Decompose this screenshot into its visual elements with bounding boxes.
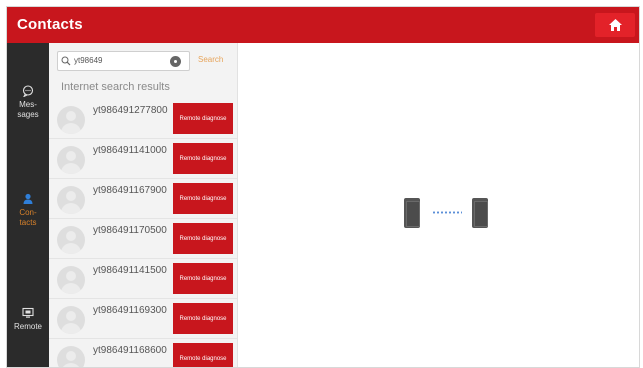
avatar	[57, 106, 85, 134]
remote-diagnose-button[interactable]: Remote diagnose	[173, 143, 233, 174]
app-window: Contacts Mes- sages Con- tacts Remote yt…	[6, 6, 640, 368]
home-button[interactable]	[595, 13, 635, 37]
chat-icon	[22, 85, 34, 97]
list-item[interactable]: yt986491170500 Remote diagnose	[49, 219, 237, 259]
search-button[interactable]: Search	[198, 55, 223, 64]
contact-name: yt986491167900	[93, 185, 167, 196]
contact-name: yt986491169300	[93, 305, 167, 316]
tablet-icon	[404, 198, 420, 228]
search-value: yt98649	[74, 56, 103, 65]
remote-diagnose-button[interactable]: Remote diagnose	[173, 183, 233, 214]
main-area	[239, 43, 639, 367]
remote-diagnose-button[interactable]: Remote diagnose	[173, 103, 233, 134]
side-nav: Mes- sages Con- tacts Remote	[7, 43, 49, 367]
remote-diagnose-button[interactable]: Remote diagnose	[173, 303, 233, 334]
avatar	[57, 226, 85, 254]
nav-label-line: Remote	[13, 322, 42, 331]
nav-label-line: sages	[17, 110, 39, 119]
nav-label-line: Mes-	[19, 100, 37, 109]
list-item[interactable]: yt986491169300 Remote diagnose	[49, 299, 237, 339]
avatar	[57, 186, 85, 214]
results-heading: Internet search results	[61, 81, 170, 93]
contact-name: yt986491168600	[93, 345, 167, 356]
nav-label-remote: Remote	[14, 322, 42, 332]
header-bar: Contacts	[7, 7, 639, 43]
search-input[interactable]: yt98649	[57, 51, 190, 71]
nav-label-line: Con-	[19, 208, 37, 217]
connection-dots-icon	[432, 211, 462, 214]
nav-item-remote[interactable]: Remote	[7, 307, 49, 332]
contacts-icon	[23, 193, 33, 204]
results-list: yt986491277800 Remote diagnose yt9864911…	[49, 99, 237, 367]
clear-search-icon[interactable]	[170, 56, 181, 67]
avatar	[57, 146, 85, 174]
nav-item-messages[interactable]: Mes- sages	[7, 85, 49, 120]
remote-diagnose-button[interactable]: Remote diagnose	[173, 263, 233, 294]
list-item[interactable]: yt986491141500 Remote diagnose	[49, 259, 237, 299]
list-item[interactable]: yt986491277800 Remote diagnose	[49, 99, 237, 139]
page-title: Contacts	[17, 16, 83, 33]
contact-name: yt986491141500	[93, 265, 167, 276]
search-icon	[61, 56, 71, 66]
contact-name: yt986491277800	[93, 105, 168, 116]
avatar	[57, 346, 85, 367]
contact-name: yt986491170500	[93, 225, 167, 236]
remote-diagnose-button[interactable]: Remote diagnose	[173, 343, 233, 367]
remote-diagnose-button[interactable]: Remote diagnose	[173, 223, 233, 254]
list-item[interactable]: yt986491167900 Remote diagnose	[49, 179, 237, 219]
avatar	[57, 306, 85, 334]
tablet-icon	[472, 198, 488, 228]
avatar	[57, 266, 85, 294]
contact-name: yt986491141000	[93, 145, 167, 156]
nav-item-contacts[interactable]: Con- tacts	[7, 193, 49, 228]
nav-label-contacts: Con- tacts	[19, 208, 36, 228]
nav-label-messages: Mes- sages	[17, 100, 38, 120]
nav-label-line: tacts	[19, 218, 37, 227]
list-item[interactable]: yt986491141000 Remote diagnose	[49, 139, 237, 179]
home-icon	[608, 19, 622, 31]
contacts-panel: yt98649 Search Internet search results y…	[49, 43, 238, 367]
list-item[interactable]: yt986491168600 Remote diagnose	[49, 339, 237, 367]
monitor-icon	[22, 307, 34, 318]
